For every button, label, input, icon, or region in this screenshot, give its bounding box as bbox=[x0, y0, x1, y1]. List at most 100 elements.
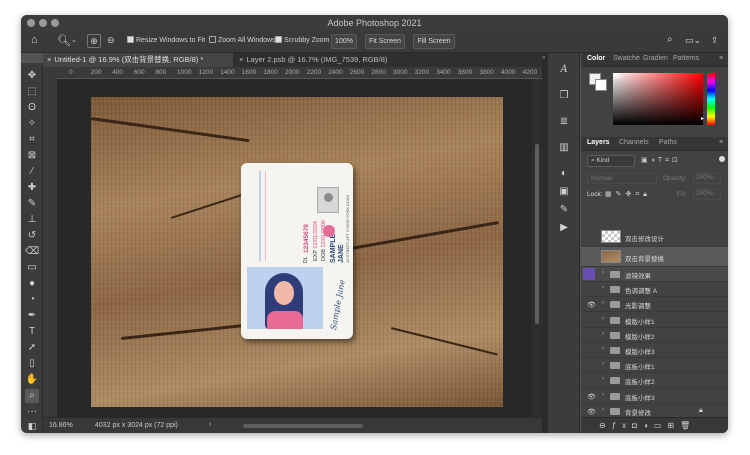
properties-panel-icon[interactable]: ≣ bbox=[556, 115, 572, 129]
tab-layer-2-psb[interactable]: × Layer 2.psb @ 16.7% (IMG_7539, RGB/8) bbox=[235, 53, 405, 67]
panel-menu-icon[interactable]: ≡ bbox=[719, 55, 723, 62]
layer-filter-kind-select[interactable]: ⌕ Kind bbox=[587, 155, 635, 167]
glyphs-panel-icon[interactable]: A bbox=[556, 63, 572, 77]
zoom-tool-icon[interactable]: 🔍︎ bbox=[57, 34, 71, 47]
expand-group-chevron-icon[interactable]: › bbox=[602, 270, 604, 276]
layers-footer-icons[interactable]: ⊖ƒx◘◑▭⊞🗑︎ bbox=[581, 417, 728, 433]
hue-slider[interactable] bbox=[707, 73, 715, 125]
eye-icon[interactable]: 👁︎ bbox=[587, 301, 596, 309]
color-field[interactable] bbox=[613, 73, 703, 125]
expand-group-chevron-icon[interactable]: › bbox=[602, 331, 604, 337]
color-picker-cursor-icon[interactable] bbox=[615, 73, 620, 78]
tool-preset-chevron-icon[interactable]: ⌄ bbox=[71, 36, 77, 44]
path-selection-tool-icon[interactable]: ➚ bbox=[25, 341, 39, 355]
eraser-tool-icon[interactable]: ⌫ bbox=[25, 245, 39, 259]
zoom-level[interactable]: 16.86% bbox=[49, 422, 73, 429]
crop-tool-icon[interactable]: ⌗ bbox=[25, 133, 39, 147]
vertical-scrollbar[interactable] bbox=[532, 79, 542, 417]
libraries-panel-icon[interactable]: ▣ bbox=[556, 185, 572, 199]
brush-tool-icon[interactable]: ✎ bbox=[25, 197, 39, 211]
expand-group-chevron-icon[interactable]: › bbox=[602, 407, 604, 413]
collapse-icon[interactable]: « bbox=[542, 55, 545, 61]
share-icon[interactable]: ⇪ bbox=[711, 35, 719, 46]
canvas-area[interactable]: 12345678 EXP 12/01/2024 DOB 12/01/2000 S… bbox=[57, 79, 532, 417]
expand-group-chevron-icon[interactable]: › bbox=[602, 392, 604, 398]
blend-mode-select[interactable]: Normal bbox=[587, 173, 657, 184]
rectangle-tool-icon[interactable]: ▯ bbox=[25, 357, 39, 371]
expand-group-chevron-icon[interactable]: › bbox=[602, 285, 604, 291]
zoom-tool-active-icon[interactable]: ⌕ bbox=[25, 389, 39, 403]
home-icon[interactable]: ⌂ bbox=[31, 34, 38, 46]
layer-filter-icons[interactable]: ▣◑T⌗⊡ bbox=[641, 156, 681, 165]
fill-screen-button[interactable]: Fill Screen bbox=[413, 34, 455, 49]
history-brush-tool-icon[interactable]: ↺ bbox=[25, 229, 39, 243]
fit-screen-button[interactable]: Fit Screen bbox=[365, 34, 405, 49]
actions-panel-icon[interactable]: ▶ bbox=[556, 221, 572, 235]
id-card-mockup[interactable]: 12345678 EXP 12/01/2024 DOB 12/01/2000 S… bbox=[241, 163, 353, 339]
lock-option-icons[interactable]: ▦✎✥⌗🔒︎ bbox=[605, 190, 651, 199]
tab-layers[interactable]: Layers bbox=[587, 139, 610, 146]
close-tab-icon[interactable]: × bbox=[47, 55, 51, 64]
layer-group-row[interactable]: › 模版小样1 bbox=[581, 313, 728, 328]
eye-hidden-icon[interactable] bbox=[583, 268, 595, 280]
document-image[interactable]: 12345678 EXP 12/01/2024 DOB 12/01/2000 S… bbox=[91, 97, 503, 407]
more-tools-icon[interactable]: ··· bbox=[25, 405, 39, 419]
tab-patterns[interactable]: Patterns bbox=[673, 55, 699, 62]
foreground-background-color-icon[interactable]: ◧ bbox=[25, 419, 39, 433]
search-icon[interactable]: ⌕ bbox=[667, 34, 673, 45]
tab-channels[interactable]: Channels bbox=[619, 139, 649, 146]
horizontal-ruler[interactable]: 0 200 400 600 800 1000 1200 1400 1600 1800 2000 220… bbox=[57, 67, 542, 79]
healing-brush-tool-icon[interactable]: ✚ bbox=[25, 181, 39, 195]
tab-swatches[interactable]: Swatche bbox=[613, 55, 640, 62]
eye-icon[interactable]: 👁︎ bbox=[587, 408, 596, 416]
layer-group-row[interactable]: › 色调调整 A bbox=[581, 282, 728, 298]
hue-slider-handle-icon[interactable]: ▸ bbox=[701, 115, 704, 122]
zoom-out-icon[interactable]: ⊖ bbox=[107, 35, 115, 46]
fill-field[interactable]: 100% bbox=[693, 189, 721, 200]
marquee-tool-icon[interactable]: ⬚ bbox=[25, 85, 39, 99]
tab-gradients[interactable]: Gradien bbox=[643, 55, 668, 62]
eye-icon[interactable]: 👁︎ bbox=[587, 393, 596, 401]
move-tool-icon[interactable]: ✥ bbox=[25, 69, 39, 83]
tab-untitled-1[interactable]: × Untitled-1 @ 16.9% (双击背景替换, RGB/8) * bbox=[43, 53, 233, 67]
close-tab-icon[interactable]: × bbox=[239, 55, 243, 64]
expand-group-chevron-icon[interactable]: › bbox=[602, 361, 604, 367]
layer-group-row[interactable]: › 模版小样2 bbox=[581, 328, 728, 343]
histogram-panel-icon[interactable]: ▥ bbox=[556, 141, 572, 155]
scrollbar-thumb[interactable] bbox=[535, 144, 539, 324]
frame-tool-icon[interactable]: ⊠ bbox=[25, 149, 39, 163]
status-menu-chevron-icon[interactable]: › bbox=[209, 421, 211, 428]
workspace-icon[interactable]: ▭⌄ bbox=[685, 35, 701, 46]
eyedropper-tool-icon[interactable]: ⁄ bbox=[25, 165, 39, 179]
clone-stamp-tool-icon[interactable]: ⊥ bbox=[25, 213, 39, 227]
dodge-tool-icon[interactable]: ◔ bbox=[25, 293, 39, 307]
magic-wand-tool-icon[interactable]: ✧ bbox=[25, 117, 39, 131]
layer-group-row[interactable]: 👁︎ › 底板小样3 bbox=[581, 389, 728, 404]
layer-group-row[interactable]: › 滤镜效果 bbox=[581, 267, 728, 282]
expand-group-chevron-icon[interactable]: › bbox=[602, 300, 604, 306]
expand-group-chevron-icon[interactable]: › bbox=[602, 316, 604, 322]
expand-group-chevron-icon[interactable]: › bbox=[602, 346, 604, 352]
tab-paths[interactable]: Paths bbox=[659, 139, 677, 146]
adjustments-panel-icon[interactable]: ◐ bbox=[556, 167, 572, 181]
scrubby-zoom-checkbox[interactable]: Scrubby Zoom bbox=[275, 36, 330, 44]
zoom-all-windows-checkbox[interactable]: Zoom All Windows bbox=[209, 36, 276, 44]
zoom-in-icon[interactable]: ⊕ bbox=[87, 34, 101, 48]
gradient-tool-icon[interactable]: ▭ bbox=[25, 261, 39, 275]
zoom-100-button[interactable]: 100% bbox=[331, 34, 357, 49]
resize-windows-checkbox[interactable]: Resize Windows to Fit bbox=[127, 36, 205, 44]
pen-tool-icon[interactable]: ✒ bbox=[25, 309, 39, 323]
background-swatch[interactable] bbox=[595, 79, 607, 91]
layer-group-row[interactable]: › 底板小样2 bbox=[581, 373, 728, 389]
filter-toggle-icon[interactable] bbox=[719, 156, 725, 162]
panel-menu-icon[interactable]: ≡ bbox=[719, 139, 723, 146]
vertical-ruler[interactable] bbox=[43, 79, 57, 417]
blur-tool-icon[interactable]: ● bbox=[25, 277, 39, 291]
horizontal-scrollbar-thumb[interactable] bbox=[243, 424, 363, 428]
hand-tool-icon[interactable]: ✋ bbox=[25, 373, 39, 387]
history-panel-icon[interactable]: ❐ bbox=[556, 89, 572, 103]
layer-group-row[interactable]: › 模版小样3 bbox=[581, 343, 728, 358]
type-tool-icon[interactable]: T bbox=[25, 325, 39, 339]
layer-row-selected[interactable]: 双击背景替换 bbox=[581, 247, 728, 267]
opacity-field[interactable]: 100% bbox=[693, 173, 721, 184]
